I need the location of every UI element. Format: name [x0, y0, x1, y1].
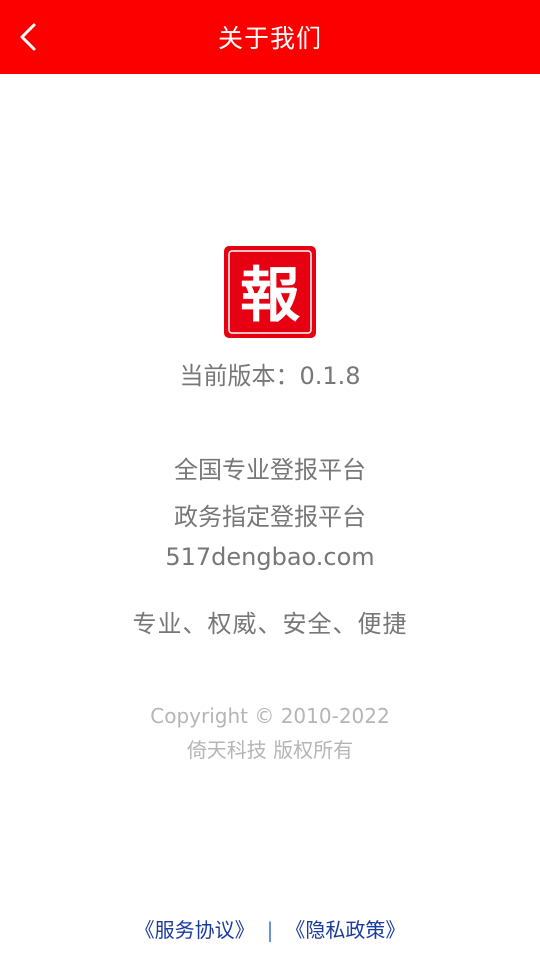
- tagline-government: 政务指定登报平台: [174, 503, 366, 531]
- motto: 专业、权威、安全、便捷: [132, 610, 408, 638]
- baokan-logo: 報: [224, 246, 316, 338]
- company-rights: 倚天科技 版权所有: [186, 738, 354, 762]
- logo-glyph: 報: [240, 261, 300, 331]
- page-title: 关于我们: [217, 24, 322, 53]
- version-label: 当前版本：0.1.8: [179, 362, 361, 390]
- website-domain: 517dengbao.com: [165, 543, 375, 571]
- about-page: 关于我们 報 当前版本：0.1.8 全国专业登报平台 政务指定登报平台 517d…: [0, 0, 540, 960]
- footer-separator: |: [266, 918, 274, 942]
- footer-links: 《服务协议》 | 《隐私政策》: [0, 914, 540, 943]
- copyright-text: Copyright © 2010-2022: [150, 704, 390, 728]
- privacy-policy-link[interactable]: 《隐私政策》: [285, 918, 405, 942]
- service-agreement-link[interactable]: 《服务协议》: [135, 918, 255, 942]
- top-bar: 关于我们: [0, 0, 540, 74]
- tagline-national: 全国专业登报平台: [174, 456, 366, 484]
